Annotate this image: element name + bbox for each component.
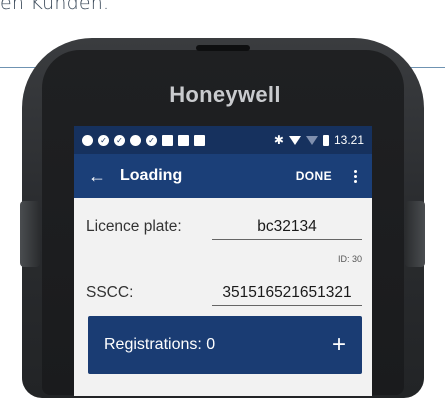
more-options-icon[interactable]	[348, 169, 362, 183]
app-bar: ← Loading DONE	[74, 154, 372, 198]
sscc-row: SSCC: 351516521651321	[86, 284, 362, 308]
app-notification-icon	[82, 134, 93, 146]
licence-plate-field[interactable]: bc32134	[212, 218, 362, 240]
registrations-button[interactable]: Registrations: 0 +	[88, 316, 362, 374]
check-icon: ✓	[146, 134, 157, 146]
right-side-button	[405, 201, 425, 267]
battery-icon	[322, 134, 329, 146]
brand-logo: Honeywell	[169, 82, 281, 107]
notification-icons: ✓ ✓ ✓	[82, 134, 205, 146]
speaker-grille	[196, 45, 250, 51]
target-icon	[130, 134, 141, 146]
page-caption: en Kunden.	[0, 0, 110, 14]
wifi-icon	[288, 135, 301, 145]
add-icon[interactable]: +	[332, 331, 346, 359]
sscc-label: SSCC:	[86, 284, 134, 301]
check-icon: ✓	[98, 134, 109, 146]
calendar-icon	[178, 134, 189, 146]
check-icon: ✓	[114, 134, 125, 146]
bluetooth-icon: ✱	[273, 133, 284, 147]
android-icon	[194, 134, 205, 146]
left-side-button	[20, 201, 40, 267]
device-screen: ✓ ✓ ✓ ✱ 13.21 ← Loading DONE Licence pla…	[74, 126, 372, 396]
page-title: Loading	[120, 167, 183, 184]
status-time: 13.21	[333, 133, 364, 147]
id-note: ID: 30	[337, 254, 362, 264]
registrations-label: Registrations: 0	[104, 336, 216, 353]
done-button[interactable]: DONE	[296, 169, 332, 183]
form-content: Licence plate: bc32134 ID: 30 SSCC: 3515…	[74, 198, 372, 396]
licence-plate-label: Licence plate:	[86, 218, 182, 235]
back-arrow-icon[interactable]: ←	[88, 166, 114, 187]
signal-icon	[305, 135, 318, 145]
stop-icon	[162, 134, 173, 146]
sscc-field[interactable]: 351516521651321	[212, 284, 362, 306]
status-bar: ✓ ✓ ✓ ✱ 13.21	[74, 126, 372, 154]
status-right: ✱ 13.21	[274, 133, 364, 147]
licence-plate-row: Licence plate: bc32134	[86, 218, 362, 242]
